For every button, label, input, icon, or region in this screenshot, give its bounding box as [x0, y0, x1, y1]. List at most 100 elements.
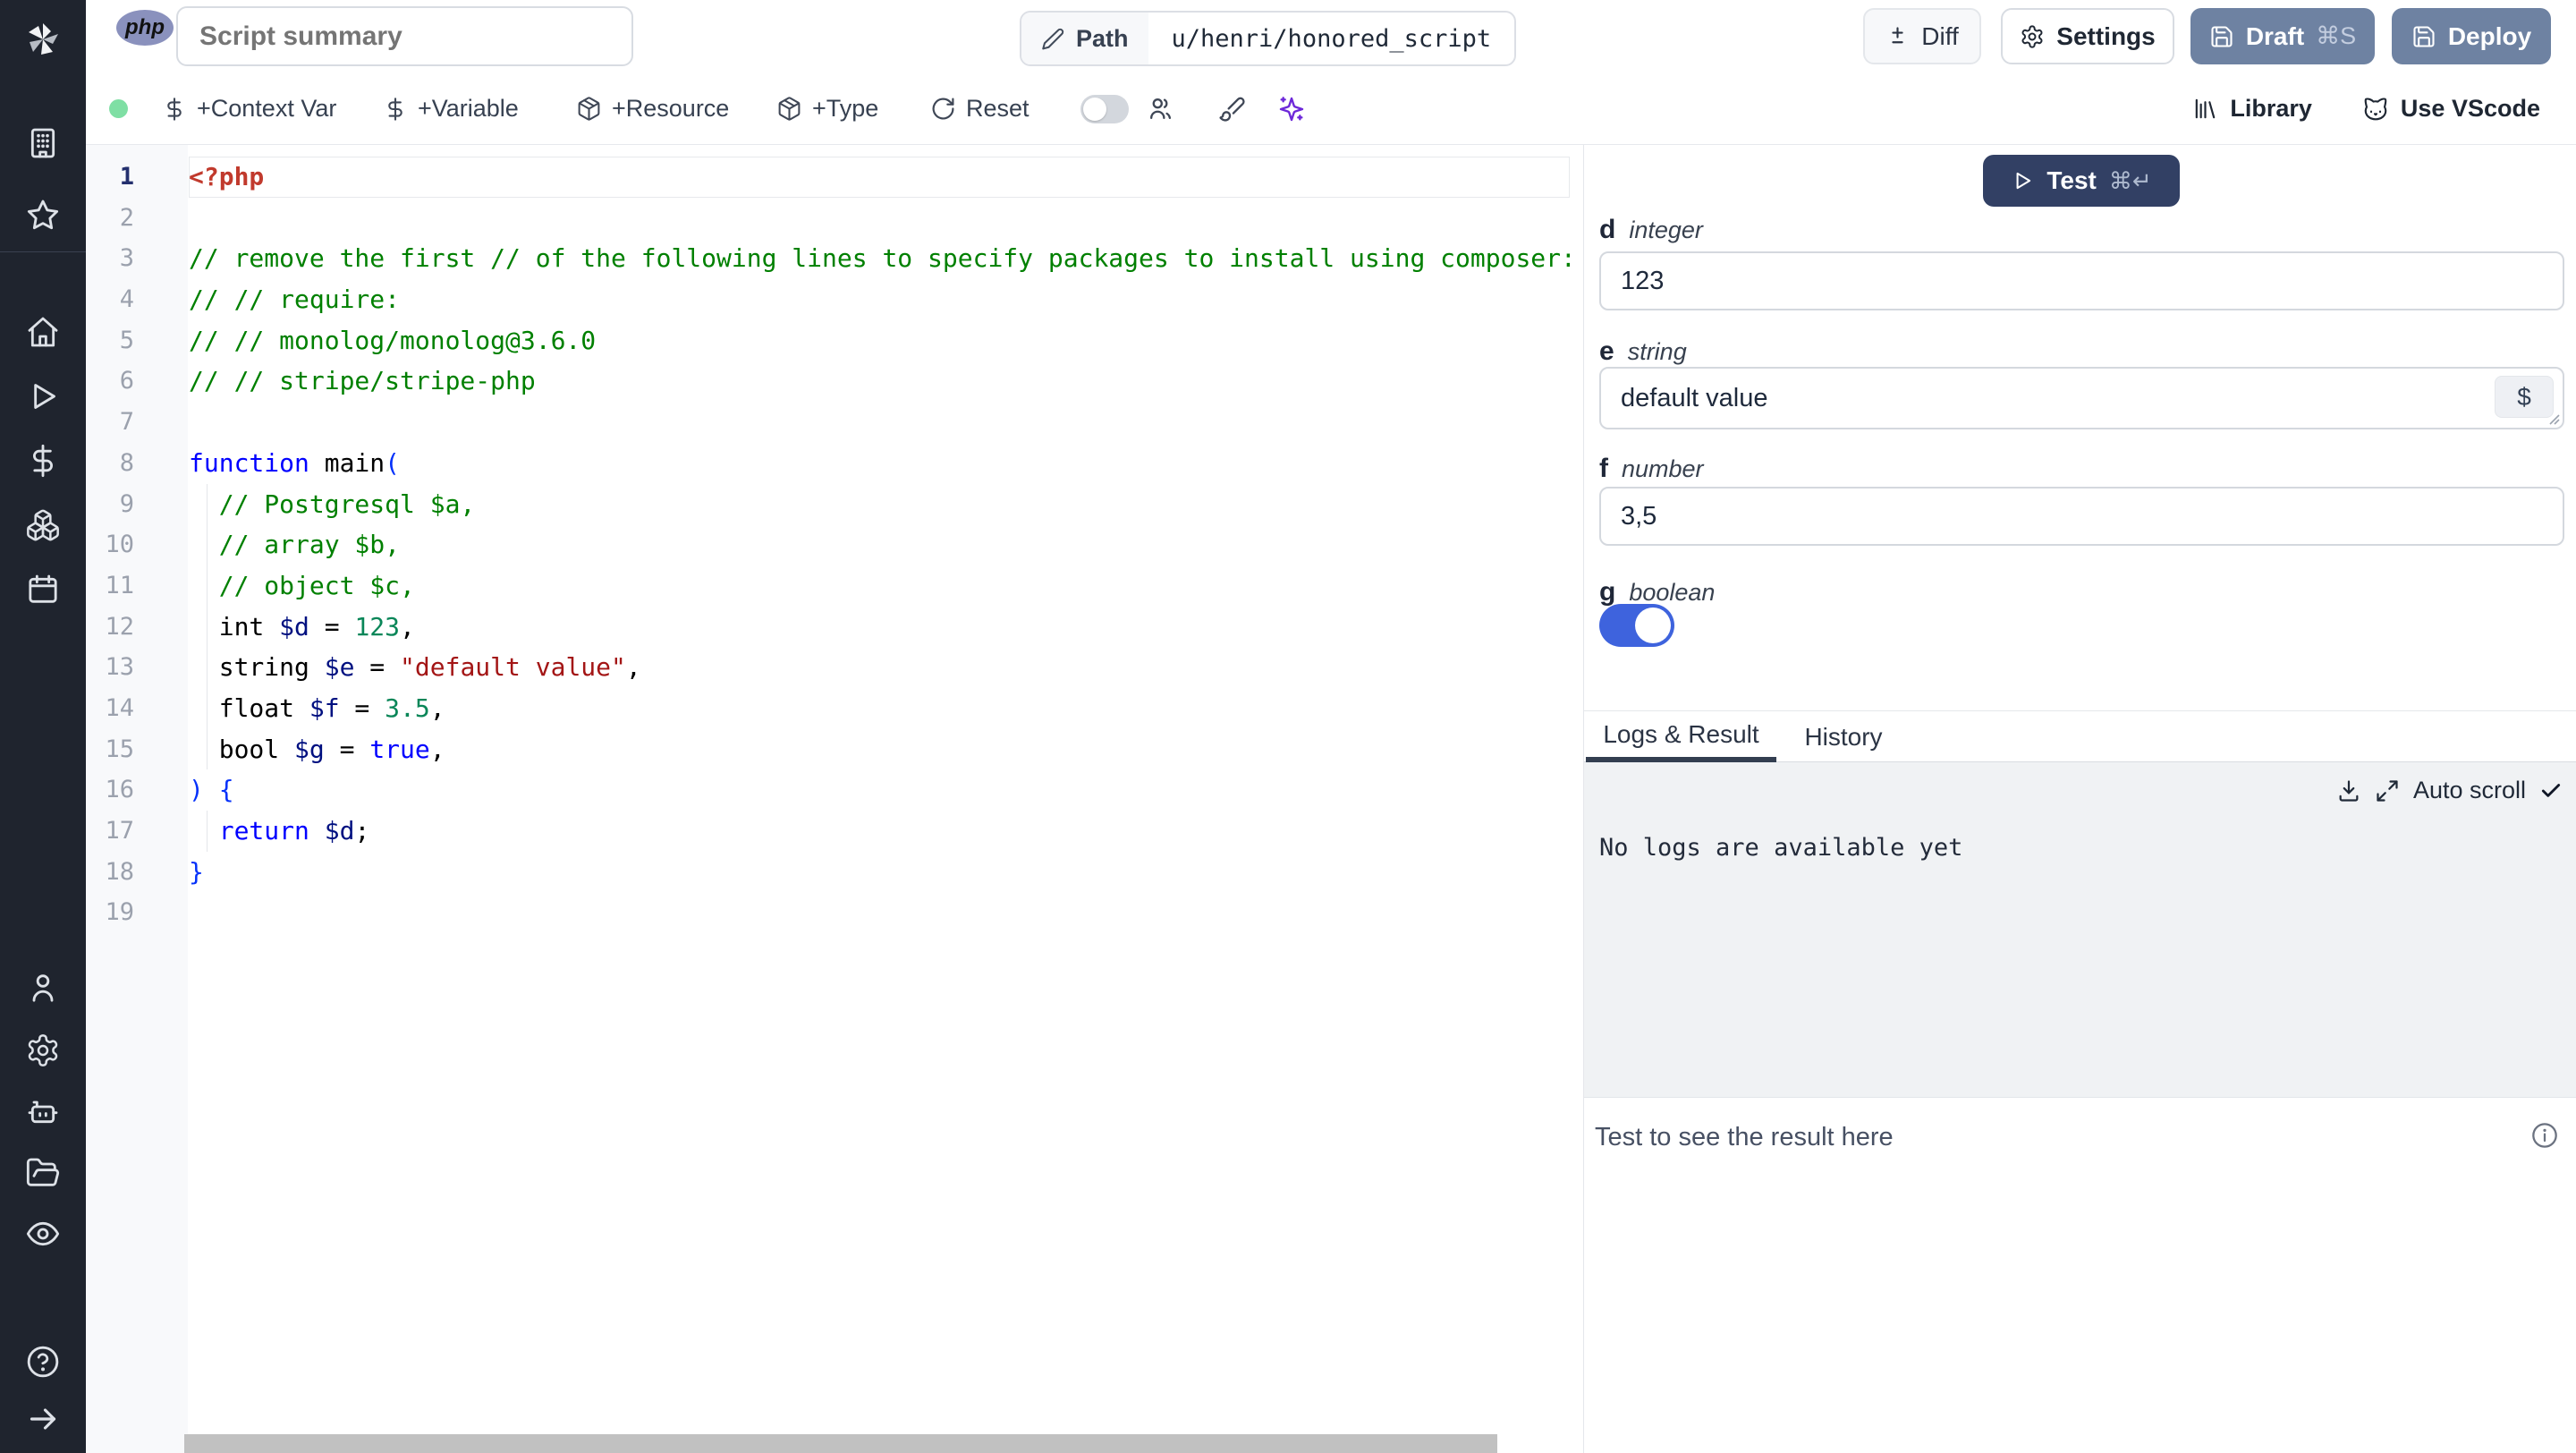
script-summary-input[interactable] [176, 6, 633, 66]
add-resource-label: +Resource [612, 95, 730, 122]
sidebar-item-resources[interactable] [25, 507, 61, 543]
field-type: boolean [1629, 579, 1716, 606]
plus-minus-icon [1885, 24, 1910, 48]
sidebar-item-help[interactable] [25, 1344, 61, 1380]
add-resource-button[interactable]: +Resource [576, 73, 729, 144]
format-brush-icon[interactable] [1218, 95, 1246, 123]
result-tabs: Logs & Result History [1584, 711, 2576, 762]
path-widget[interactable]: Path u/henri/honored_script [1020, 11, 1517, 66]
code-line[interactable]: // // require: [189, 279, 1570, 320]
expand-logs-icon[interactable] [2375, 778, 2400, 803]
field-type: number [1622, 455, 1704, 482]
code-line[interactable]: ) { [189, 769, 1570, 811]
draft-label: Draft [2245, 21, 2305, 50]
indent-guide [207, 811, 208, 852]
gear-icon [28, 1034, 58, 1066]
test-panel: Test ⌘↵ d integer e string default value… [1583, 145, 2576, 1453]
sidebar-item-home[interactable] [25, 314, 61, 350]
sidebar-item-variables[interactable] [25, 443, 61, 479]
library-button[interactable]: Library [2192, 95, 2312, 123]
code-line[interactable]: int $d = 123, [189, 606, 1570, 648]
code-line[interactable]: <?php [189, 157, 1570, 198]
field-g-toggle[interactable] [1599, 604, 1674, 647]
sidebar-item-schedules[interactable] [25, 572, 61, 608]
code-line[interactable]: string $e = "default value", [189, 647, 1570, 688]
code-line[interactable]: // // monolog/monolog@3.6.0 [189, 320, 1570, 361]
code-line[interactable]: return $d; [189, 811, 1570, 852]
indent-guide [207, 606, 208, 648]
deploy-label: Deploy [2447, 21, 2532, 50]
tab-history[interactable]: History [1803, 711, 1884, 762]
field-e-textarea[interactable]: default value $ [1599, 367, 2564, 429]
field-name: g [1599, 577, 1616, 607]
logs-panel: Auto scroll No logs are available yet [1584, 762, 2576, 1097]
code-line[interactable] [189, 892, 1570, 933]
indent-guide [207, 483, 208, 525]
code-line[interactable]: // // stripe/stripe-php [189, 361, 1570, 402]
use-vscode-button[interactable]: Use VScode [2362, 95, 2540, 123]
windmill-logo-icon[interactable] [21, 18, 64, 61]
sidebar-expand-button[interactable] [25, 1401, 61, 1437]
reset-button[interactable]: Reset [930, 73, 1030, 144]
multiplayer-users-icon[interactable] [1147, 95, 1174, 123]
line-number: 14 [105, 693, 134, 722]
code-line[interactable]: // remove the first // of the following … [189, 238, 1570, 279]
code-line[interactable]: function main( [189, 443, 1570, 484]
star-icon [27, 200, 59, 230]
code-line[interactable]: // Postgresql $a, [189, 483, 1570, 525]
sidebar-item-folders[interactable] [25, 1155, 61, 1191]
info-icon[interactable] [2530, 1121, 2559, 1150]
download-logs-icon[interactable] [2336, 778, 2361, 803]
sidebar-item-runs[interactable] [25, 378, 61, 414]
test-button[interactable]: Test ⌘↵ [1983, 155, 2180, 207]
indent-guide [207, 728, 208, 770]
sidebar-item-favorites[interactable] [25, 197, 61, 233]
sidebar-item-workers[interactable] [25, 1093, 61, 1129]
status-dot [109, 99, 128, 118]
folder-open-icon [26, 1158, 60, 1186]
sidebar-item-settings[interactable] [25, 1032, 61, 1068]
code-line[interactable]: } [189, 852, 1570, 893]
sidebar-item-audit-logs[interactable] [25, 1216, 61, 1252]
line-number: 15 [105, 735, 134, 763]
package-icon [578, 97, 600, 121]
field-name: e [1599, 336, 1614, 366]
horizontal-scrollbar[interactable] [184, 1434, 1497, 1453]
code-line[interactable]: float $f = 3.5, [189, 687, 1570, 729]
auto-scroll-label: Auto scroll [2412, 777, 2526, 803]
field-d-input[interactable] [1599, 251, 2564, 310]
line-number: 17 [105, 817, 134, 845]
code-line[interactable] [189, 402, 1570, 443]
deploy-button[interactable]: Deploy [2392, 8, 2551, 64]
play-icon [34, 384, 55, 409]
sidebar-divider [0, 251, 86, 252]
test-shortcut: ⌘↵ [2108, 166, 2152, 194]
code-editor[interactable]: 1 2 3 4 5 6 7 8 9 10 11 12 13 14 15 16 17 18 19 <?php// re… [86, 145, 1583, 1453]
settings-button[interactable]: Settings [2001, 8, 2174, 64]
add-context-var-button[interactable]: +Context Var [162, 73, 336, 144]
path-value[interactable]: u/henri/honored_script [1148, 13, 1515, 64]
field-f-input[interactable] [1599, 487, 2564, 546]
tab-logs-and-result[interactable]: Logs & Result [1586, 711, 1776, 762]
sidebar-item-users[interactable] [25, 970, 61, 1006]
line-number: 6 [119, 367, 134, 395]
line-number: 3 [119, 244, 134, 273]
reset-label: Reset [966, 95, 1030, 122]
resize-handle[interactable] [2545, 410, 2561, 426]
draft-button[interactable]: Draft ⌘S [2190, 8, 2375, 64]
ai-sparkles-icon[interactable] [1277, 95, 1306, 123]
diff-button[interactable]: Diff [1863, 8, 1981, 64]
code-line[interactable]: bool $g = true, [189, 728, 1570, 770]
auto-scroll-check-icon[interactable] [2539, 779, 2563, 803]
diff-editor-toggle[interactable] [1080, 95, 1129, 123]
add-variable-button[interactable]: +Variable [383, 73, 519, 144]
reset-icon [932, 98, 954, 120]
add-type-button[interactable]: +Type [776, 73, 878, 144]
editor-code[interactable]: <?php // remove the first // of the follo… [189, 145, 1570, 1453]
code-line[interactable]: // object $c, [189, 565, 1570, 607]
sidebar-item-workspace[interactable] [25, 125, 61, 161]
code-line[interactable] [189, 198, 1570, 239]
path-label: Path [1076, 24, 1129, 52]
code-line[interactable]: // array $b, [189, 524, 1570, 565]
add-variable-label: +Variable [418, 95, 519, 122]
